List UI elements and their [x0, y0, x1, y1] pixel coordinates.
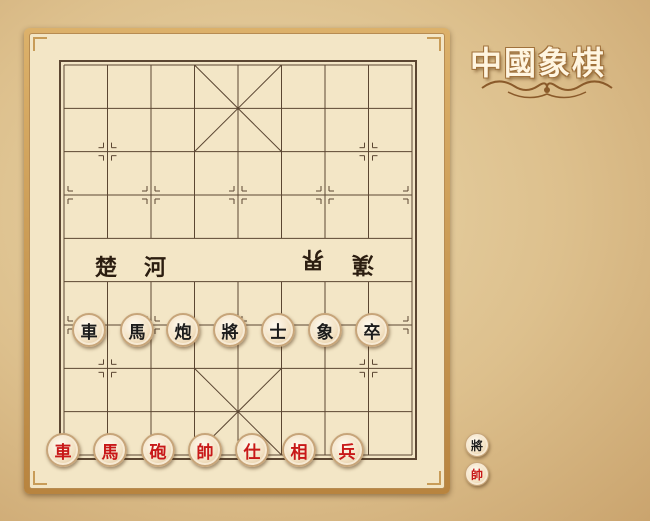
- river-text-han: 漢: [352, 251, 375, 277]
- red-horse-piece[interactable]: 馬: [93, 433, 127, 467]
- black-horse-piece[interactable]: 馬: [120, 313, 154, 347]
- red-general-piece[interactable]: 帥: [188, 433, 222, 467]
- black-advisor-piece[interactable]: 士: [261, 313, 295, 347]
- black-elephant-piece[interactable]: 象: [308, 313, 342, 347]
- red-chariot-piece[interactable]: 車: [46, 433, 80, 467]
- red-elephant-piece[interactable]: 相: [282, 433, 316, 467]
- river-text-jie: 界: [302, 246, 325, 272]
- river-text-chu: 楚: [95, 255, 118, 281]
- black-chariot-piece[interactable]: 車: [72, 313, 106, 347]
- river-text-he: 河: [144, 255, 167, 281]
- black-cannon-piece[interactable]: 炮: [166, 313, 200, 347]
- red-soldier-piece[interactable]: 兵: [330, 433, 364, 467]
- red-cannon-piece[interactable]: 砲: [141, 433, 175, 467]
- black-turn-indicator: 將: [465, 433, 489, 457]
- black-soldier-piece[interactable]: 卒: [355, 313, 389, 347]
- title-ornament: [481, 80, 613, 99]
- black-general-piece[interactable]: 將: [213, 313, 247, 347]
- red-turn-indicator: 帥: [465, 462, 489, 486]
- red-advisor-piece[interactable]: 仕: [235, 433, 269, 467]
